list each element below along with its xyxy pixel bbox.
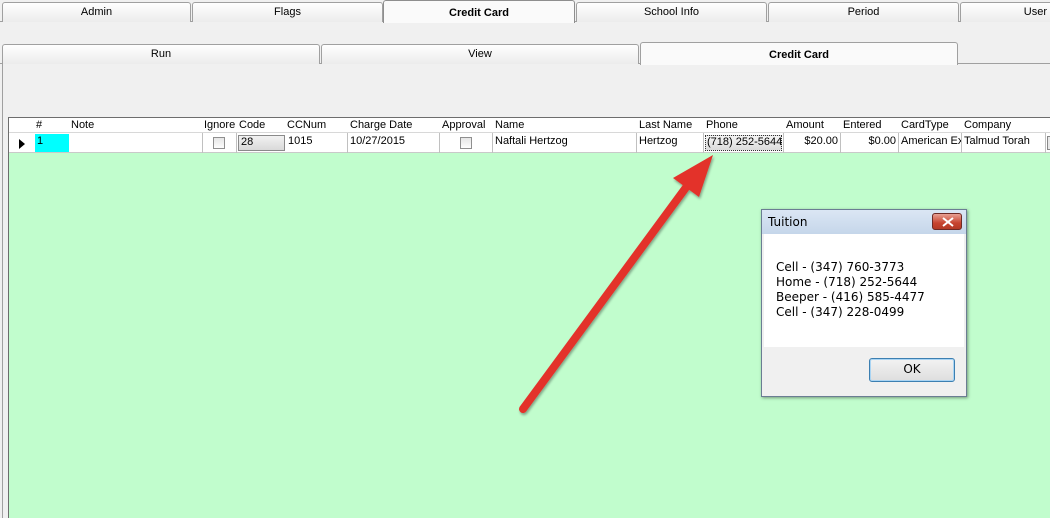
tab-content-area	[0, 22, 1050, 42]
close-button[interactable]	[932, 213, 962, 230]
subtab-credit-card[interactable]: Credit Card	[640, 42, 958, 65]
col-header-company[interactable]: Company	[964, 119, 1011, 131]
tab-credit-card[interactable]: Credit Card	[383, 0, 575, 23]
top-tab-bar: Admin Flags Credit Card School Info Peri…	[0, 0, 1050, 23]
dialog-message-area: Cell - (347) 760-3773 Home - (718) 252-5…	[764, 234, 964, 347]
cell-note[interactable]	[70, 133, 203, 153]
col-header-charge-date[interactable]: Charge Date	[350, 119, 412, 131]
tab-period[interactable]: Period	[768, 2, 959, 22]
tuition-dialog: Tuition Cell - (347) 760-3773 Home - (71…	[761, 209, 967, 397]
col-header-amount[interactable]: Amount	[786, 119, 824, 131]
col-header-name[interactable]: Name	[495, 119, 524, 131]
close-icon	[942, 217, 954, 227]
cell-charge-date[interactable]: 10/27/2015	[348, 133, 440, 153]
sub-tab-bar: Run View Credit Card	[0, 42, 1050, 65]
col-header-ignore[interactable]: Ignore	[204, 119, 235, 131]
row-selector[interactable]	[9, 133, 34, 153]
cell-card-type[interactable]: American Ex	[899, 133, 962, 153]
cell-name[interactable]: Naftali Hertzog	[493, 133, 637, 153]
grid-header: # Note Ignore Code CCNum Charge Date App…	[9, 118, 1050, 133]
tab-user[interactable]: User	[960, 2, 1050, 22]
tab-admin[interactable]: Admin	[2, 2, 191, 22]
cell-entered[interactable]: $0.00	[841, 133, 899, 153]
phone-line: Cell - (347) 228-0499	[776, 305, 905, 319]
cell-amount[interactable]: $20.00	[784, 133, 841, 153]
phone-line: Cell - (347) 760-3773	[776, 260, 905, 274]
col-header-ccnum[interactable]: CCNum	[287, 119, 326, 131]
col-header-num[interactable]: #	[36, 119, 42, 131]
col-header-last-name[interactable]: Last Name	[639, 119, 692, 131]
tab-flags[interactable]: Flags	[192, 2, 383, 22]
col-header-approval[interactable]: Approval	[442, 119, 485, 131]
col-header-card-type[interactable]: CardType	[901, 119, 949, 131]
dialog-title: Tuition	[768, 215, 808, 229]
col-header-note[interactable]: Note	[71, 119, 94, 131]
cell-num[interactable]: 1	[35, 134, 69, 152]
cell-company[interactable]: Talmud Torah	[962, 133, 1046, 153]
code-button[interactable]: 28	[238, 135, 285, 151]
cell-last-name[interactable]: Hertzog	[637, 133, 704, 153]
subtab-view[interactable]: View	[321, 44, 639, 64]
phone-button[interactable]: (718) 252-5644	[705, 135, 782, 151]
approval-checkbox[interactable]	[460, 137, 472, 149]
phone-line: Beeper - (416) 585-4477	[776, 290, 925, 304]
phone-line: Home - (718) 252-5644	[776, 275, 918, 289]
col-header-phone[interactable]: Phone	[706, 119, 738, 131]
col-header-code[interactable]: Code	[239, 119, 265, 131]
dialog-title-bar[interactable]: Tuition	[762, 210, 966, 234]
current-row-arrow-icon	[19, 139, 25, 149]
subtab-run[interactable]: Run	[2, 44, 320, 64]
tab-school-info[interactable]: School Info	[576, 2, 767, 22]
ok-button[interactable]: OK	[869, 358, 955, 382]
ignore-checkbox[interactable]	[213, 137, 225, 149]
table-row[interactable]: 1 28 1015 10/27/2015 Naftali Hertzog Her…	[9, 133, 1050, 153]
col-header-entered[interactable]: Entered	[843, 119, 882, 131]
cell-ccnum[interactable]: 1015	[286, 133, 348, 153]
